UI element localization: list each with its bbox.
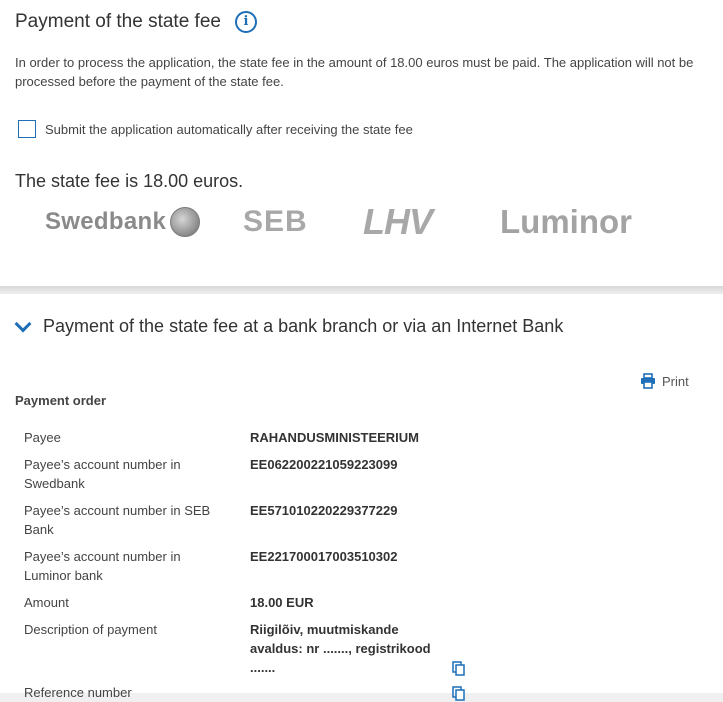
- state-fee-title: Payment of the state fee i: [15, 11, 257, 33]
- bank-branch-section-toggle[interactable]: Payment of the state fee at a bank branc…: [14, 315, 564, 337]
- state-fee-intro: In order to process the application, the…: [15, 55, 694, 89]
- payment-row-value: Riigilõiv, muutmiskande avaldus: nr ....…: [250, 622, 431, 675]
- swedbank-logo-text: Swedbank: [45, 208, 167, 235]
- payment-order-label: Payment order: [15, 393, 107, 408]
- copy-icon[interactable]: [452, 661, 466, 676]
- payment-row-key: Payee’s account number in Swedbank: [24, 457, 181, 491]
- auto-submit-checkbox[interactable]: [18, 120, 36, 138]
- seb-logo-text: SEB: [243, 205, 308, 238]
- luminor-logo-text: Luminor: [500, 203, 632, 240]
- print-label: Print: [662, 373, 689, 389]
- luminor-logo-button[interactable]: Luminor: [500, 200, 632, 244]
- swedbank-coin-icon: [170, 207, 201, 237]
- payment-row-key: Payee: [24, 430, 61, 445]
- payment-row-key: Description of payment: [24, 622, 157, 637]
- swedbank-logo-button[interactable]: Swedbank: [45, 200, 201, 244]
- seb-logo-button[interactable]: SEB: [243, 200, 308, 244]
- fee-amount-heading: The state fee is 18.00 euros.: [15, 171, 244, 191]
- auto-submit-row: Submit the application automatically aft…: [18, 120, 413, 138]
- lhv-logo-text: LHV: [363, 201, 433, 242]
- payment-row-key: Payee’s account number in Luminor bank: [24, 549, 181, 583]
- chevron-down-icon: [14, 315, 32, 333]
- lhv-logo-button[interactable]: LHV: [363, 200, 433, 244]
- info-icon[interactable]: i: [234, 11, 257, 33]
- payment-row-value: EE571010220229377229: [250, 503, 398, 518]
- copy-icon[interactable]: [452, 686, 466, 701]
- payment-row-value: EE221700017003510302: [250, 549, 398, 564]
- printer-icon: [641, 373, 655, 389]
- payment-row-key: Payee’s account number in SEB Bank: [24, 503, 211, 537]
- payment-row-value: RAHANDUSMINISTEERIUM: [250, 430, 419, 445]
- print-button[interactable]: Print: [640, 373, 689, 389]
- section-divider: [0, 286, 723, 294]
- payment-row-key: Amount: [24, 595, 69, 610]
- bank-logos: Swedbank SEB LHV Luminor: [0, 200, 723, 250]
- auto-submit-label[interactable]: Submit the application automatically aft…: [45, 122, 413, 137]
- payment-row-value: 18.00 EUR: [250, 595, 314, 610]
- payment-row-value: EE062200221059223099: [250, 457, 398, 472]
- bank-branch-section-title: Payment of the state fee at a bank branc…: [43, 316, 564, 336]
